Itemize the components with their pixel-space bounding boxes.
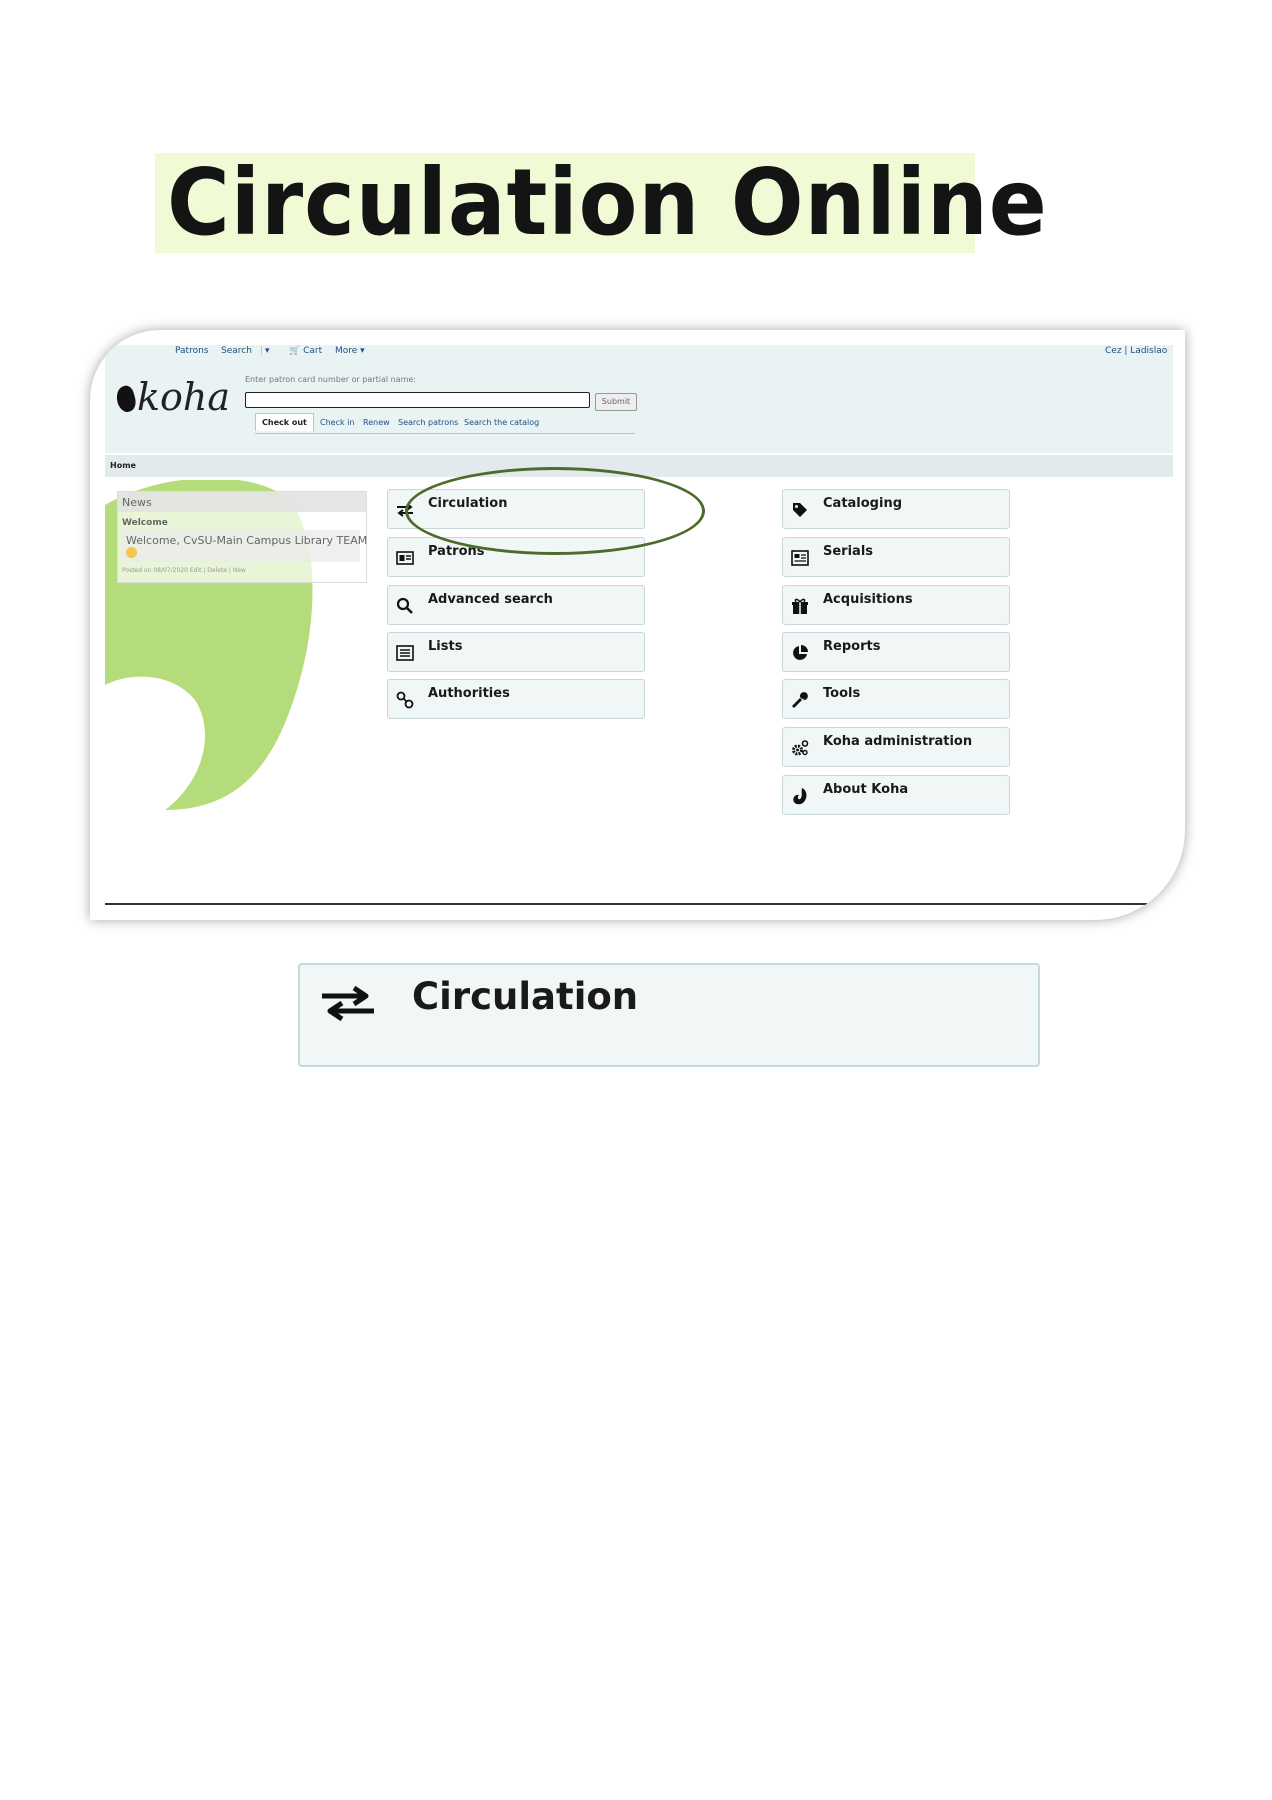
circulation-tabs: Check out Check in Renew Search patrons … (255, 413, 635, 434)
module-lists[interactable]: Lists (387, 632, 645, 672)
module-cataloging[interactable]: Cataloging (782, 489, 1010, 529)
news-item-title: Welcome (122, 518, 168, 528)
koha-home: Patrons Search | ▾ 🛒 Cart More ▾ Cez | L… (105, 345, 1173, 905)
cart-icon: 🛒 (289, 346, 301, 356)
top-nav: Patrons Search | ▾ 🛒 Cart More ▾ Cez | L… (105, 345, 1173, 359)
module-advanced-search[interactable]: Advanced search (387, 585, 645, 625)
module-tools[interactable]: Tools (782, 679, 1010, 719)
module-patrons[interactable]: Patrons (387, 537, 645, 577)
search-icon (396, 597, 413, 614)
smiley-icon (126, 547, 137, 558)
module-label: Cataloging (823, 496, 903, 511)
nav-search-caret[interactable]: ▾ (265, 346, 270, 356)
nav-cart-label: Cart (303, 346, 323, 356)
module-circulation[interactable]: Circulation (387, 489, 645, 529)
tab-check-out[interactable]: Check out (255, 413, 314, 431)
module-koha-administration[interactable]: Koha administration (782, 727, 1010, 767)
newspaper-icon (791, 550, 809, 566)
module-serials[interactable]: Serials (782, 537, 1010, 577)
module-label: Acquisitions (823, 592, 913, 607)
nav-divider: | (260, 346, 264, 356)
koha-header: Patrons Search | ▾ 🛒 Cart More ▾ Cez | L… (105, 345, 1173, 453)
koha-leaf-icon (113, 384, 139, 414)
module-label: Circulation (428, 496, 508, 511)
zoomed-tile-label: Circulation (412, 975, 639, 1018)
news-header: News (118, 492, 366, 512)
module-acquisitions[interactable]: Acquisitions (782, 585, 1010, 625)
patron-search-label: Enter patron card number or partial name… (245, 375, 416, 384)
breadcrumb: Home (105, 455, 1173, 477)
patron-search-input[interactable] (245, 392, 590, 408)
tab-renew[interactable]: Renew (363, 418, 390, 427)
news-panel: News Welcome Welcome, CvSU-Main Campus L… (117, 491, 367, 583)
tag-icon (793, 503, 807, 517)
module-label: Advanced search (428, 592, 553, 607)
module-label: Koha administration (823, 734, 973, 749)
nav-cart[interactable]: 🛒 Cart (289, 346, 322, 356)
module-authorities[interactable]: Authorities (387, 679, 645, 719)
breadcrumb-home[interactable]: Home (110, 461, 136, 470)
pie-chart-icon (793, 645, 808, 660)
gears-icon (792, 740, 809, 756)
news-item-text: Welcome, CvSU-Main Campus Library TEAM (126, 534, 368, 547)
wrench-icon (792, 692, 808, 708)
arrows-exchange-icon (397, 503, 413, 517)
tab-search-patrons[interactable]: Search patrons (398, 418, 458, 427)
module-about-koha[interactable]: About Koha (782, 775, 1010, 815)
module-label: Authorities (428, 686, 510, 701)
koha-screenshot: Patrons Search | ▾ 🛒 Cart More ▾ Cez | L… (90, 330, 1185, 920)
module-label: Lists (428, 639, 463, 654)
nav-more[interactable]: More ▾ (335, 346, 365, 356)
page-title: Circulation Online (167, 149, 1048, 256)
module-label: Serials (823, 544, 874, 559)
gift-icon (792, 598, 808, 614)
news-meta: Posted on 08/07/2020 Edit | Delete | New (122, 567, 246, 574)
logged-in-user[interactable]: Cez | Ladislao (1105, 346, 1167, 356)
koha-logo-text: koha (137, 375, 231, 419)
koha-logo[interactable]: koha (113, 375, 231, 419)
module-label: About Koha (823, 782, 909, 797)
nav-search[interactable]: Search (221, 346, 252, 356)
id-card-icon (396, 551, 414, 565)
tab-check-in[interactable]: Check in (320, 418, 354, 427)
news-item-body: Welcome, CvSU-Main Campus Library TEAM (122, 530, 367, 562)
module-label: Tools (823, 686, 861, 701)
module-label: Reports (823, 639, 881, 654)
submit-button[interactable]: Submit (595, 393, 637, 411)
tab-search-catalog[interactable]: Search the catalog (464, 418, 539, 427)
news-title: News (122, 496, 152, 509)
link-icon (396, 691, 414, 709)
page-title-banner: Circulation Online (155, 149, 1047, 256)
module-label: Patrons (428, 544, 485, 559)
arrows-exchange-icon (322, 985, 374, 1022)
koha-leaf-icon (793, 788, 807, 805)
circulation-zoomed-tile[interactable]: Circulation (298, 963, 1040, 1067)
list-icon (396, 645, 414, 661)
nav-patrons[interactable]: Patrons (175, 346, 208, 356)
module-reports[interactable]: Reports (782, 632, 1010, 672)
